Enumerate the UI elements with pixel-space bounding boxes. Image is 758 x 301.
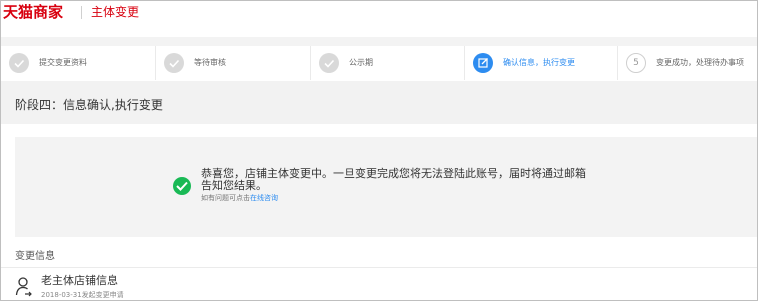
section-title: 变更信息 bbox=[15, 251, 55, 262]
owner-name: 老主体店铺信息 bbox=[41, 274, 118, 287]
success-check-icon bbox=[173, 177, 191, 195]
progress-steps: 提交变更资料 等待审核 公示期 确认信息，执行变更 5 变更成功，处理待办事项 bbox=[1, 46, 757, 80]
steps-band bbox=[1, 37, 757, 46]
brand-logo[interactable]: 天猫商家 bbox=[3, 3, 63, 21]
online-consult-link[interactable]: 在线咨询 bbox=[250, 194, 278, 202]
step-label: 确认信息，执行变更 bbox=[503, 58, 575, 67]
check-icon bbox=[319, 53, 339, 73]
step-label: 公示期 bbox=[349, 58, 373, 67]
user-transfer-icon bbox=[15, 276, 33, 298]
step-4: 确认信息，执行变更 bbox=[465, 46, 618, 80]
step-label: 等待审核 bbox=[194, 58, 226, 67]
success-notice: 恭喜您，店铺主体变更中。一旦变更完成您将无法登陆此账号，届时将通过邮箱告知您结果… bbox=[15, 137, 757, 237]
stage-title: 阶段四：信息确认,执行变更 bbox=[15, 98, 163, 112]
help-prefix: 如有问题可点击 bbox=[201, 194, 250, 202]
check-icon bbox=[164, 53, 184, 73]
step-1: 提交变更资料 bbox=[1, 46, 156, 80]
step-label: 变更成功，处理待办事项 bbox=[656, 58, 744, 67]
header: 天猫商家 主体变更 bbox=[1, 1, 757, 37]
help-text: 如有问题可点击在线咨询 bbox=[201, 193, 278, 203]
check-icon bbox=[9, 53, 29, 73]
old-owner-info: 老主体店铺信息 2018-03-31发起变更申请 bbox=[15, 274, 315, 300]
page-title: 主体变更 bbox=[91, 5, 140, 19]
notice-message: 恭喜您，店铺主体变更中。一旦变更完成您将无法登陆此账号，届时将通过邮箱告知您结果… bbox=[201, 167, 586, 192]
step-2: 等待审核 bbox=[156, 46, 311, 80]
header-divider bbox=[81, 6, 82, 19]
step-number: 5 bbox=[626, 53, 646, 73]
owner-date: 2018-03-31发起变更申请 bbox=[41, 291, 124, 299]
edit-icon bbox=[473, 53, 493, 73]
app-frame: 天猫商家 主体变更 提交变更资料 等待审核 公示期 确认信息，执行变更 5 变更… bbox=[0, 0, 758, 301]
section-divider bbox=[1, 267, 757, 268]
stage-header: 阶段四：信息确认,执行变更 bbox=[1, 81, 757, 124]
step-label: 提交变更资料 bbox=[39, 58, 87, 67]
step-3: 公示期 bbox=[311, 46, 465, 80]
step-5: 5 变更成功，处理待办事项 bbox=[618, 46, 757, 80]
